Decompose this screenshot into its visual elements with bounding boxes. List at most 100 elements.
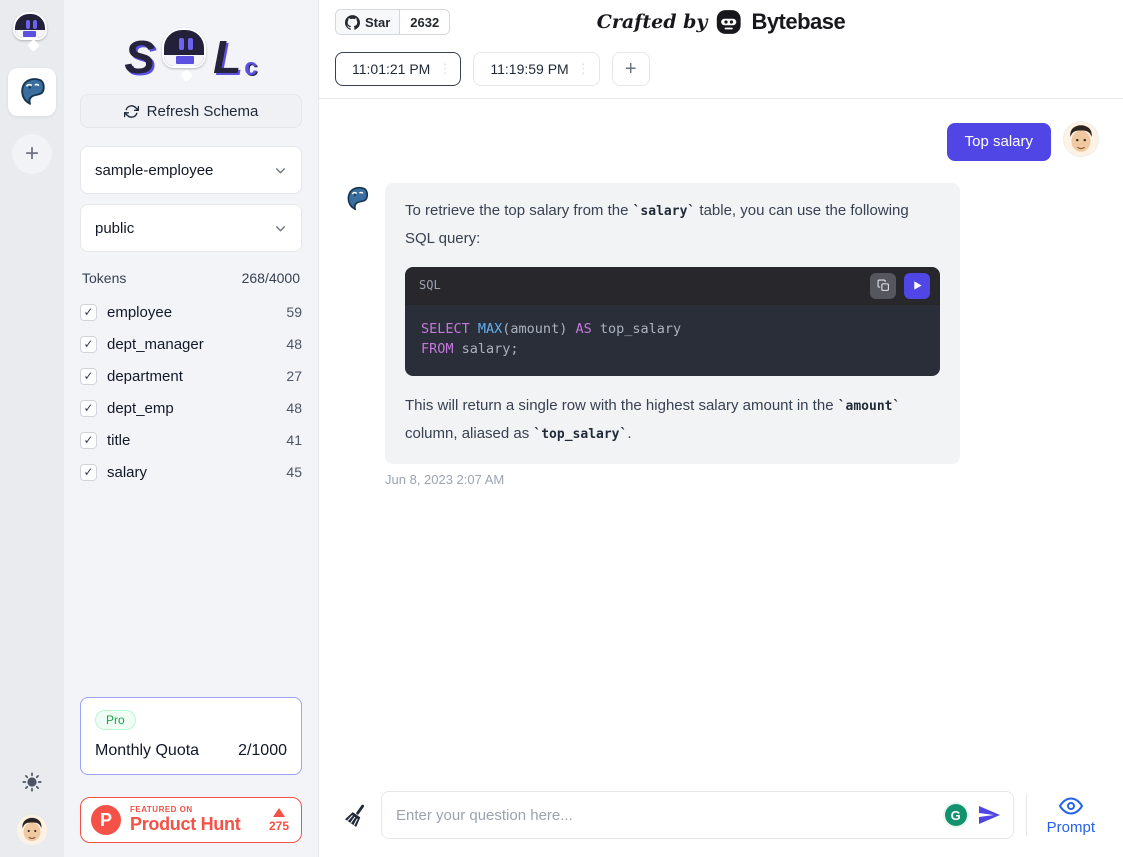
- user-face-icon: [17, 815, 47, 845]
- tab-menu-icon[interactable]: ⋮: [438, 61, 450, 77]
- database-select-value: sample-employee: [95, 162, 213, 179]
- new-conversation-button[interactable]: +: [612, 52, 650, 86]
- clear-conversation-broom-icon[interactable]: [343, 802, 369, 828]
- star-count: 2632: [400, 10, 449, 34]
- tokens-value: 268/4000: [242, 270, 300, 286]
- message-timestamp: Jun 8, 2023 2:07 AM: [385, 472, 1099, 487]
- assistant-paragraph-1: To retrieve the top salary from the `sal…: [405, 197, 940, 253]
- plus-icon: +: [625, 58, 637, 81]
- tab-label: 11:01:21 PM: [352, 61, 430, 77]
- table-token-count: 48: [286, 400, 302, 416]
- table-row-dept-manager: ✓ dept_manager 48: [80, 328, 302, 360]
- sql-code-block: SQL: [405, 267, 940, 377]
- postgresql-elephant-avatar: [343, 185, 371, 213]
- ph-name-label: Product Hunt: [130, 815, 260, 835]
- user-face-icon: [1064, 122, 1098, 156]
- table-row-salary: ✓ salary 45: [80, 456, 302, 488]
- crafted-by-brand[interactable]: Crafted by Bytebase: [597, 9, 846, 35]
- table-row-dept-emp: ✓ dept_emp 48: [80, 392, 302, 424]
- table-checkbox[interactable]: ✓: [80, 368, 97, 385]
- inline-code-top-salary: `top_salary`: [533, 427, 627, 442]
- postgresql-elephant-icon: [16, 76, 48, 108]
- quota-value: 2/1000: [238, 742, 287, 760]
- eye-icon: [1059, 794, 1083, 818]
- product-hunt-logo-icon: P: [91, 805, 121, 835]
- chevron-down-icon: [274, 164, 287, 177]
- logo-letter-s: S: [124, 34, 155, 80]
- table-token-count: 48: [286, 336, 302, 352]
- table-checkbox[interactable]: ✓: [80, 432, 97, 449]
- product-hunt-badge[interactable]: P FEATURED ON Product Hunt 275: [80, 797, 302, 843]
- table-row-employee: ✓ employee 59: [80, 296, 302, 328]
- schema-select[interactable]: public: [80, 204, 302, 252]
- table-name: title: [107, 432, 286, 449]
- question-input-wrap: G: [381, 791, 1014, 839]
- quota-label: Monthly Quota: [95, 742, 199, 760]
- tab-conversation-1[interactable]: 11:01:21 PM ⋮: [335, 52, 461, 86]
- github-star-button[interactable]: Star 2632: [335, 9, 450, 35]
- connection-postgres-selected[interactable]: [8, 68, 56, 116]
- user-message-avatar: [1063, 121, 1099, 157]
- chat-main: Star 2632 Crafted by Bytebase 11:01:21 P…: [319, 0, 1123, 857]
- tab-menu-icon[interactable]: ⋮: [577, 61, 589, 77]
- table-row-title: ✓ title 41: [80, 424, 302, 456]
- send-button[interactable]: [977, 803, 1001, 827]
- grammarly-icon[interactable]: G: [945, 804, 967, 826]
- inline-code-salary: `salary`: [633, 204, 696, 219]
- schema-select-value: public: [95, 220, 134, 237]
- quota-card: Pro Monthly Quota 2/1000: [80, 697, 302, 775]
- table-checkbox[interactable]: ✓: [80, 336, 97, 353]
- assistant-message-bubble: To retrieve the top salary from the `sal…: [385, 183, 960, 464]
- brand-name: Bytebase: [751, 9, 845, 35]
- bot-head-icon: [13, 12, 47, 40]
- logo-bot-q-icon: [162, 28, 206, 80]
- tab-label: 11:19:59 PM: [490, 61, 568, 77]
- assistant-message-row: To retrieve the top salary from the `sal…: [343, 183, 1099, 464]
- table-checkbox[interactable]: ✓: [80, 464, 97, 481]
- prompt-label: Prompt: [1047, 819, 1095, 836]
- ph-vote-count: 275: [269, 819, 289, 833]
- footer-divider: [1026, 794, 1027, 836]
- chat-messages-area[interactable]: Top salary To retrieve the top salary fr…: [319, 99, 1123, 777]
- code-language-label: SQL: [419, 274, 441, 296]
- user-message-row: Top salary: [343, 121, 1099, 161]
- plus-icon: +: [25, 140, 39, 168]
- topbar: Star 2632 Crafted by Bytebase: [319, 0, 1123, 44]
- table-name: salary: [107, 464, 286, 481]
- user-message-bubble: Top salary: [947, 123, 1051, 161]
- refresh-schema-label: Refresh Schema: [147, 103, 259, 120]
- table-name: employee: [107, 304, 286, 321]
- conversation-tabs: 11:01:21 PM ⋮ 11:19:59 PM ⋮ +: [319, 44, 1123, 99]
- table-checkbox[interactable]: ✓: [80, 400, 97, 417]
- crafted-by-label: Crafted by: [597, 11, 708, 33]
- sqlchat-bot-avatar[interactable]: [13, 12, 51, 52]
- sql-code-content: SELECT MAX(amount) AS top_salary FROM sa…: [405, 305, 940, 377]
- send-icon: [977, 803, 1001, 827]
- app-rail: +: [0, 0, 64, 857]
- play-icon: [912, 280, 923, 291]
- refresh-schema-button[interactable]: Refresh Schema: [80, 94, 302, 128]
- theme-toggle-button[interactable]: [22, 772, 42, 797]
- copy-code-button[interactable]: [870, 273, 896, 299]
- table-token-count: 27: [286, 368, 302, 384]
- logo-letter-c: c: [244, 56, 257, 80]
- inline-code-amount: `amount`: [838, 399, 901, 414]
- tokens-label: Tokens: [82, 270, 126, 286]
- table-name: dept_emp: [107, 400, 286, 417]
- table-token-count: 59: [286, 304, 302, 320]
- table-checkbox[interactable]: ✓: [80, 304, 97, 321]
- star-label: Star: [365, 15, 390, 30]
- question-input[interactable]: [396, 807, 935, 824]
- sun-icon: [22, 772, 42, 792]
- upvote-triangle-icon: [273, 808, 285, 817]
- user-account-avatar[interactable]: [17, 815, 47, 845]
- table-name: department: [107, 368, 286, 385]
- run-query-button[interactable]: [904, 273, 930, 299]
- tab-conversation-2[interactable]: 11:19:59 PM ⋮: [473, 52, 599, 86]
- add-connection-button[interactable]: +: [12, 134, 52, 174]
- database-select[interactable]: sample-employee: [80, 146, 302, 194]
- refresh-icon: [124, 104, 139, 119]
- tokens-summary: Tokens 268/4000: [82, 270, 300, 286]
- prompt-button[interactable]: Prompt: [1039, 794, 1103, 836]
- table-token-count: 45: [286, 464, 302, 480]
